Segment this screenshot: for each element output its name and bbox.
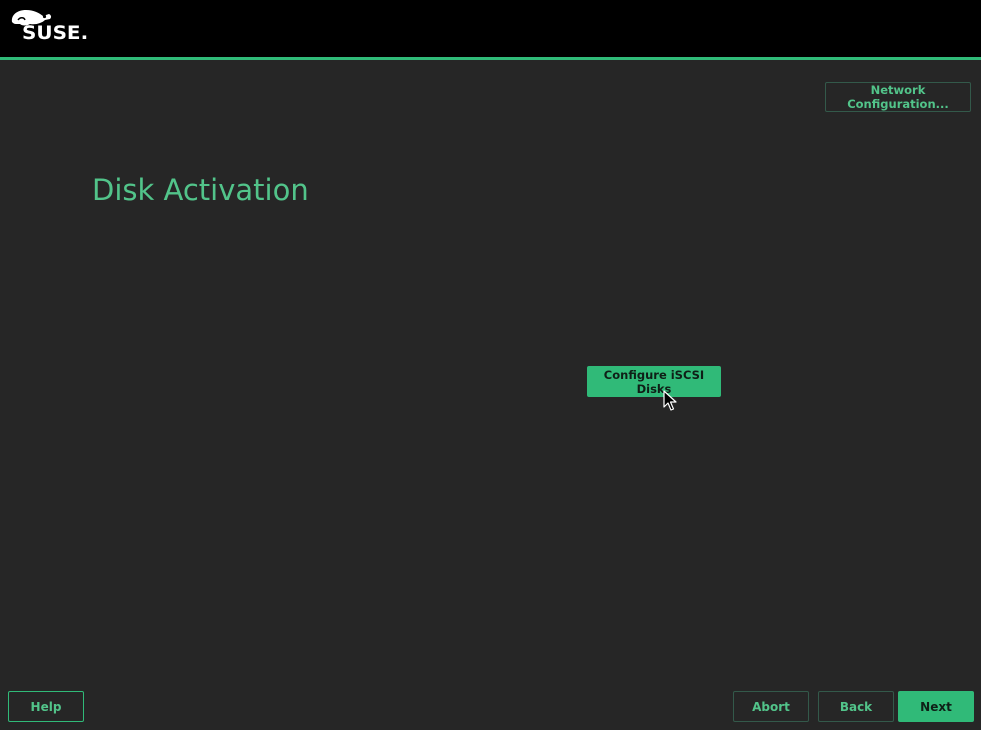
suse-logo: SUSE.: [8, 6, 88, 46]
help-button[interactable]: Help: [8, 691, 84, 722]
next-button[interactable]: Next: [898, 691, 974, 722]
mouse-pointer-icon: [663, 390, 677, 411]
installer-window: SUSE. Network Configuration... Disk Acti…: [0, 0, 981, 730]
abort-button[interactable]: Abort: [733, 691, 809, 722]
logo-text: SUSE.: [22, 22, 89, 44]
back-button[interactable]: Back: [818, 691, 894, 722]
network-configuration-button[interactable]: Network Configuration...: [825, 82, 971, 112]
page-title: Disk Activation: [92, 173, 309, 207]
header-bar: SUSE.: [0, 0, 981, 57]
configure-iscsi-disks-button[interactable]: Configure iSCSI Disks: [587, 366, 721, 397]
header-accent-line: [0, 57, 981, 60]
